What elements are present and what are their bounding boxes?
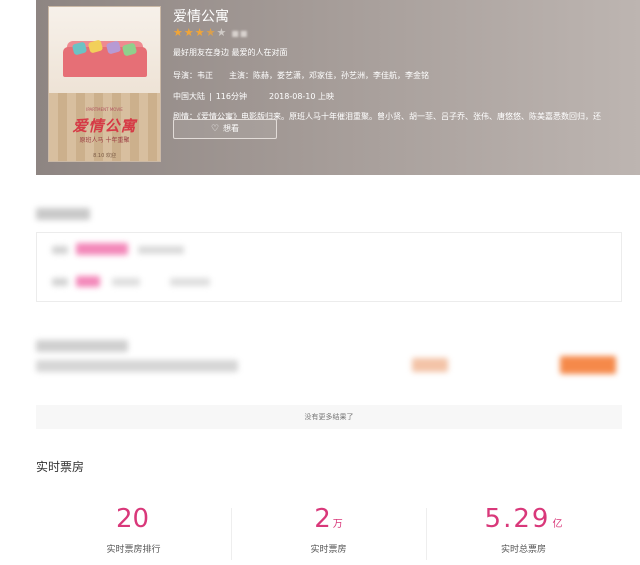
movie-poster[interactable]: IPARTMENT MOVIE 爱情公寓 原班人马 十年重聚 8.10 欢迎 xyxy=(48,6,161,162)
stat-realtime-value: 2 xyxy=(314,504,331,534)
stat-realtime: 2万 实时票房 xyxy=(231,500,426,565)
movie-meta: 中国大陆 | 116分钟 2018-08-10 上映 xyxy=(173,92,335,101)
star-filled-icon: ★★★ xyxy=(173,26,206,39)
blurred-text xyxy=(170,278,210,286)
movie-credits: 导演：韦正 主演：陈赫，娄艺潇，邓家佳，孙艺洲，李佳航，李金铭 xyxy=(173,70,633,81)
stat-rank-value: 20 xyxy=(115,504,150,534)
stat-total-unit: 亿 xyxy=(552,519,563,530)
stat-realtime-unit: 万 xyxy=(332,519,343,530)
stat-rank-label: 实时票房排行 xyxy=(106,545,161,555)
blurred-text xyxy=(112,278,140,286)
want-to-see-label: 想看 xyxy=(223,124,240,133)
blurred-row-text xyxy=(36,360,238,372)
stat-total-label: 实时总票房 xyxy=(500,545,546,555)
star-empty-icon: ★ xyxy=(216,26,228,39)
rating-value-blurred: ■■ xyxy=(231,29,249,38)
box-office-title: 实时票房 xyxy=(36,460,85,474)
movie-tagline: 最好朋友在身边 最爱的人在对面 xyxy=(173,48,288,57)
star-half-icon: ★ xyxy=(205,26,217,39)
cast-label: 主演： xyxy=(229,71,253,80)
poster-title: 爱情公寓 xyxy=(72,117,137,135)
blurred-row-tag xyxy=(412,358,448,372)
movie-release-date: 2018-08-10 上映 xyxy=(268,92,335,101)
movie-header: IPARTMENT MOVIE 爱情公寓 原班人马 十年重聚 8.10 欢迎 爱… xyxy=(36,0,640,175)
box-office-stats: 20 实时票房排行 2万 实时票房 5.29 亿 实时总票房 xyxy=(36,500,622,565)
stat-realtime-label: 实时票房 xyxy=(310,545,347,555)
blurred-highlight[interactable] xyxy=(76,243,128,255)
rating-stars: ★★★★★ ■■ xyxy=(173,26,633,40)
want-to-see-button[interactable]: ♡ 想看 xyxy=(173,119,277,139)
no-more-results: 没有更多结果了 xyxy=(36,405,622,429)
blurred-text xyxy=(138,246,184,254)
stat-total-value: 5.29 xyxy=(484,504,551,534)
movie-duration: 116分钟 xyxy=(215,92,247,101)
poster-bottom-text: 8.10 欢迎 xyxy=(93,153,116,159)
stat-total: 5.29 亿 实时总票房 xyxy=(426,500,621,565)
poster-subtitle: 原班人马 十年重聚 xyxy=(79,137,130,144)
movie-region: 中国大陆 xyxy=(173,92,205,101)
director-name[interactable]: 韦正 xyxy=(197,71,213,80)
heart-icon: ♡ xyxy=(210,124,220,134)
movie-title: 爱情公寓 xyxy=(173,9,229,25)
blurred-text xyxy=(52,278,68,286)
poster-top-text: IPARTMENT MOVIE xyxy=(86,107,123,112)
blurred-section-heading xyxy=(36,208,90,220)
stat-rank: 20 实时票房排行 xyxy=(36,500,231,565)
blurred-text xyxy=(52,246,68,254)
cast-names[interactable]: 陈赫，娄艺潇，邓家佳，孙艺洲，李佳航，李金铭 xyxy=(253,71,429,80)
blurred-orange-button[interactable] xyxy=(560,356,616,374)
director-label: 导演： xyxy=(173,71,197,80)
blurred-highlight[interactable] xyxy=(76,276,100,287)
movie-info: 爱情公寓 ★★★★★ ■■ 最好朋友在身边 最爱的人在对面 导演：韦正 主演：陈赫，… xyxy=(173,6,633,139)
blurred-row-title xyxy=(36,340,128,352)
